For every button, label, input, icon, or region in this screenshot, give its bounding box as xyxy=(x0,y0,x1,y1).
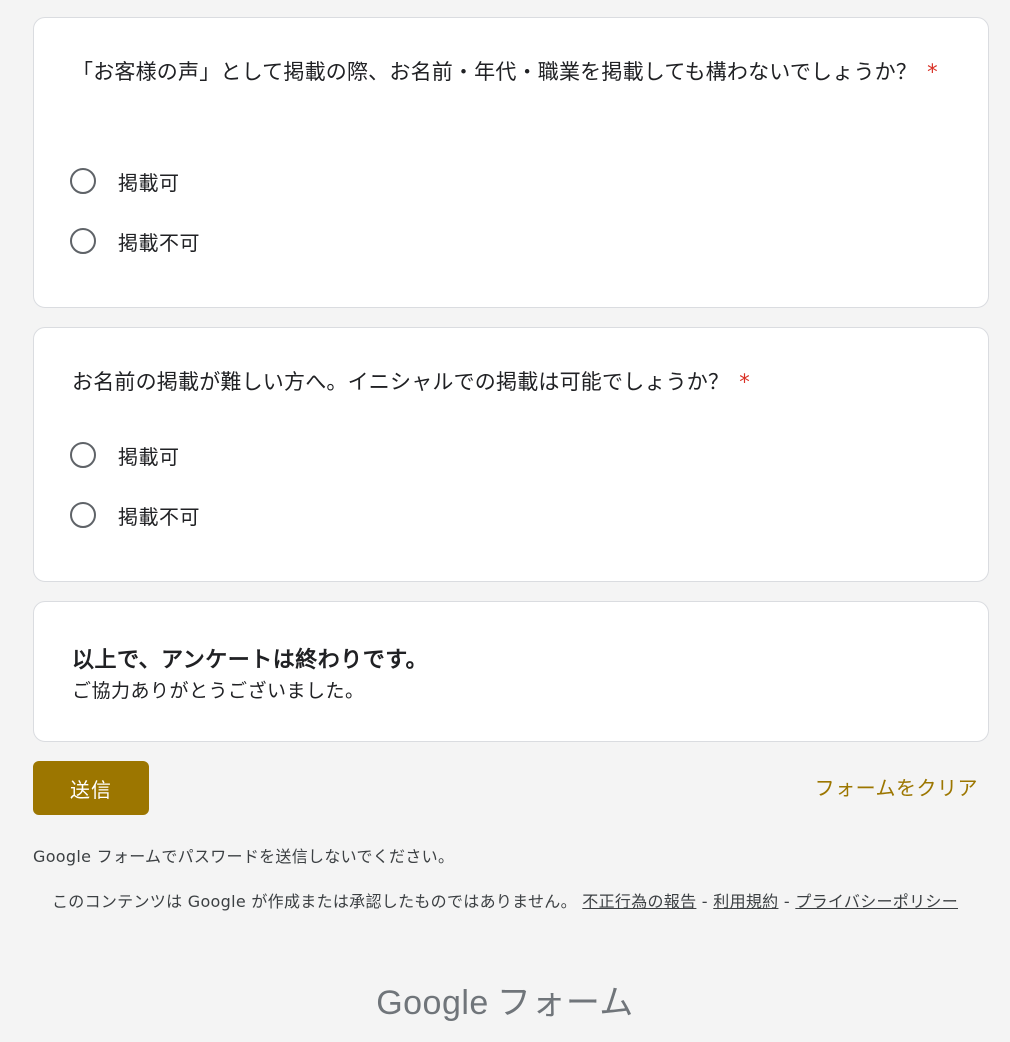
terms-link[interactable]: 利用規約 xyxy=(713,892,778,911)
option-label: 掲載不可 xyxy=(118,504,200,529)
radio-option-initials-ng[interactable]: 掲載不可 xyxy=(70,499,200,531)
required-asterisk: * xyxy=(739,370,750,394)
report-abuse-link[interactable]: 不正行為の報告 xyxy=(582,892,696,911)
radio-button[interactable] xyxy=(70,442,96,468)
question-card-initials: お名前の掲載が難しい方へ。イニシャルでの掲載は可能でしょうか？ * 掲載可 掲載不… xyxy=(33,327,989,582)
option-label: 掲載可 xyxy=(118,170,180,195)
question-title: 「お客様の声」として掲載の際、お名前・年代・職業を掲載しても構わないでしょうか？… xyxy=(72,60,938,84)
privacy-policy-link[interactable]: プライバシーポリシー xyxy=(795,892,958,911)
radio-button[interactable] xyxy=(70,502,96,528)
required-asterisk: * xyxy=(927,60,938,84)
radio-button[interactable] xyxy=(70,168,96,194)
form-page: 「お客様の声」として掲載の際、お名前・年代・職業を掲載しても構わないでしょうか？… xyxy=(0,0,1010,1042)
question-card-publish-details: 「お客様の声」として掲載の際、お名前・年代・職業を掲載しても構わないでしょうか？… xyxy=(33,17,989,308)
end-section-title: 以上で、アンケートは終わりです。 xyxy=(72,648,429,673)
end-section-card: 以上で、アンケートは終わりです。 ご協力ありがとうございました。 xyxy=(33,601,989,742)
link-separator: - xyxy=(701,892,708,911)
radio-option-initials-ok[interactable]: 掲載可 xyxy=(70,439,180,471)
option-label: 掲載不可 xyxy=(118,230,200,255)
question-title: お名前の掲載が難しい方へ。イニシャルでの掲載は可能でしょうか？ * xyxy=(72,370,750,394)
google-forms-logo[interactable]: Google フォーム xyxy=(0,975,1010,1024)
radio-option-publish-ng[interactable]: 掲載不可 xyxy=(70,225,200,257)
logo-forms-text: フォーム xyxy=(496,983,634,1023)
disclaimer-text: このコンテンツは Google が作成または承認したものではありません。 xyxy=(51,892,577,911)
footer-disclaimer: このコンテンツは Google が作成または承認したものではありません。 不正行… xyxy=(40,888,970,916)
logo-google-text: Google xyxy=(376,984,489,1022)
radio-button[interactable] xyxy=(70,228,96,254)
radio-option-publish-ok[interactable]: 掲載可 xyxy=(70,165,180,197)
submit-button[interactable]: 送信 xyxy=(33,761,149,815)
end-section-subtitle: ご協力ありがとうございました。 xyxy=(72,680,365,702)
clear-form-button[interactable]: フォームをクリア xyxy=(815,772,978,801)
password-warning: Google フォームでパスワードを送信しないでください。 xyxy=(33,847,455,866)
link-separator: - xyxy=(783,892,790,911)
option-label: 掲載可 xyxy=(118,444,180,469)
